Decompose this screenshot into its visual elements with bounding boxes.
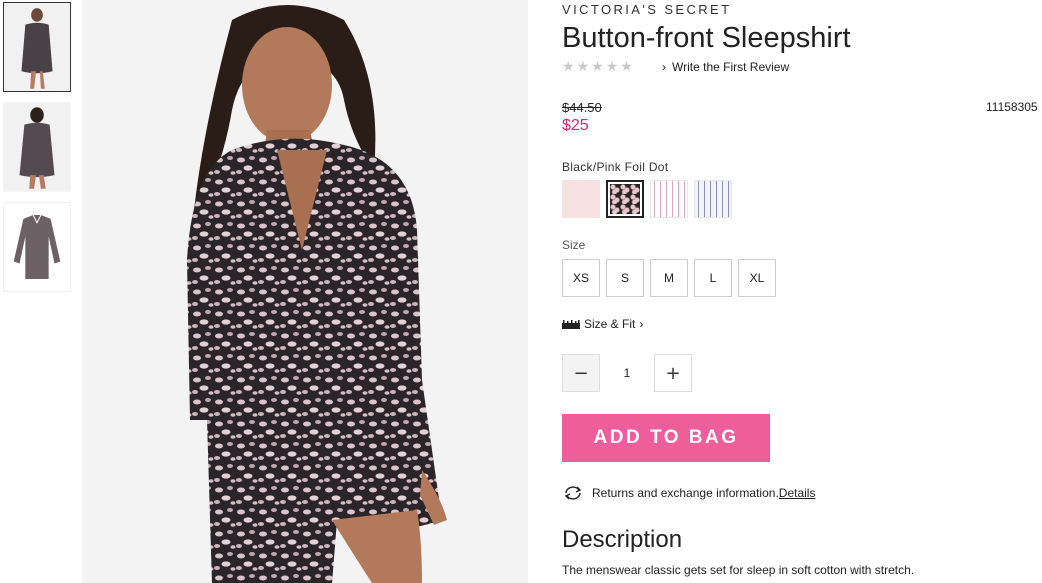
returns-details-link[interactable]: Details — [779, 486, 816, 500]
thumbnail-back[interactable] — [3, 102, 71, 192]
quantity-input[interactable] — [600, 365, 654, 381]
product-title: Button-front Sleepshirt — [562, 22, 851, 54]
thumbnail-front[interactable] — [3, 2, 71, 92]
size-s-button[interactable]: S — [606, 259, 644, 297]
size-xl-button[interactable]: XL — [738, 259, 776, 297]
thumbnail-flat[interactable] — [3, 202, 71, 292]
ruler-icon — [562, 319, 580, 329]
swatch-pink[interactable] — [562, 180, 600, 218]
thumbnail-strip — [3, 2, 73, 302]
rating-stars: ★ ★ ★ ★ ★ — [562, 58, 633, 75]
model-illustration — [82, 0, 528, 583]
returns-info: Returns and exchange information.Details — [562, 485, 815, 501]
size-fit-link[interactable]: Size & Fit › — [562, 317, 643, 331]
size-xs-button[interactable]: XS — [562, 259, 600, 297]
quantity-increase-button[interactable]: + — [654, 354, 692, 392]
size-fit-label: Size & Fit — [584, 317, 636, 331]
swatch-blue-stripe[interactable] — [694, 180, 732, 218]
returns-text: Returns and exchange information. — [592, 486, 779, 500]
color-swatches — [562, 180, 732, 218]
chevron-right-icon: › — [639, 317, 644, 331]
chevron-right-icon: › — [662, 60, 666, 74]
thumbnail-front-image — [4, 3, 70, 91]
thumbnail-back-image — [4, 103, 70, 191]
star-icon: ★ — [591, 58, 604, 74]
quantity-stepper: − + — [562, 354, 692, 392]
swatch-black-pink-dot[interactable] — [606, 180, 644, 218]
size-options: XS S M L XL — [562, 259, 776, 297]
original-price: $44.50 — [562, 100, 602, 115]
star-icon: ★ — [562, 58, 575, 74]
exchange-icon — [564, 486, 582, 500]
star-icon: ★ — [620, 58, 633, 74]
star-icon: ★ — [605, 58, 619, 74]
size-m-button[interactable]: M — [650, 259, 688, 297]
write-review-label: Write the First Review — [672, 60, 790, 74]
product-sku: 11158305 — [986, 100, 1038, 114]
size-l-button[interactable]: L — [694, 259, 732, 297]
selected-color-label: Black/Pink Foil Dot — [562, 160, 669, 174]
description-text: The menswear classic gets set for sleep … — [562, 563, 915, 577]
description-heading: Description — [562, 526, 683, 553]
thumbnail-flat-image — [4, 203, 70, 291]
swatch-pink-stripe[interactable] — [650, 180, 688, 218]
hero-product-image[interactable] — [82, 0, 528, 583]
add-to-bag-button[interactable]: ADD TO BAG — [562, 414, 770, 462]
sale-price: $25 — [562, 117, 589, 134]
quantity-decrease-button[interactable]: − — [562, 354, 600, 392]
star-icon: ★ — [576, 58, 590, 74]
brand-name: VICTORIA'S SECRET — [562, 2, 732, 17]
size-label: Size — [562, 238, 586, 252]
write-review-link[interactable]: › Write the First Review — [662, 60, 789, 74]
